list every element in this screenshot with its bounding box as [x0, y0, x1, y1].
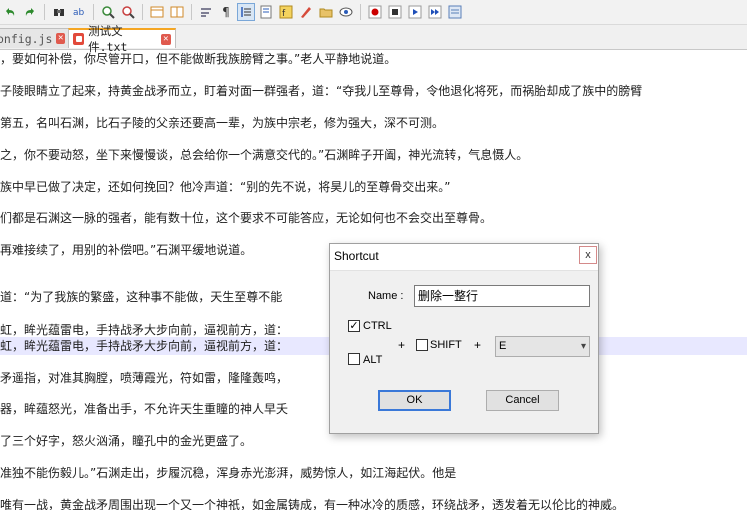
- sync-h-icon[interactable]: [168, 3, 186, 21]
- shift-label: SHIFT: [430, 339, 462, 351]
- editor-line: 们都是石渊这一脉的强者，能有数十位，这个要求不可能答应，无论如何也不会交出至尊骨…: [0, 211, 493, 225]
- shortcut-dialog: Shortcut x Name : 删除一整行 ✓ CTRL ALT + SHI…: [329, 243, 599, 434]
- tab-test-file[interactable]: 测试文件.txt ✕: [68, 24, 176, 54]
- function-list-icon[interactable]: f: [277, 3, 295, 21]
- editor-line: 子陵眼睛立了起来，持黄金战矛而立，盯着对面一群强者，道：“夺我儿至尊骨，令他退化…: [0, 84, 643, 98]
- folder-icon[interactable]: [317, 3, 335, 21]
- file-modified-icon: [73, 33, 85, 45]
- editor-line: 第五，名叫石渊，比石子陵的父亲还要高一辈，为族中宗老，修为强大，深不可测。: [0, 116, 445, 130]
- sync-v-icon[interactable]: [148, 3, 166, 21]
- editor-line: 准独不能伤毅儿。”石渊走出，步履沉稳，浑身赤光澎湃，威势惊人，如江海起伏。他是: [0, 466, 457, 480]
- redo-icon[interactable]: [21, 3, 39, 21]
- editor-line: ，要如何补偿，你尽管开口，但不能做断我族膀臂之事。”老人平静地说道。: [0, 52, 397, 66]
- editor-line: 族中早已做了决定，还如何挽回？他冷声道：“别的先不说，将昊儿的至尊骨交出来。”: [0, 180, 451, 194]
- cancel-button[interactable]: Cancel: [486, 390, 559, 411]
- tab-config-js[interactable]: onfig.js ✕: [0, 28, 70, 48]
- zoom-out-icon[interactable]: [119, 3, 137, 21]
- chevron-down-icon: ▾: [580, 341, 586, 352]
- zoom-in-icon[interactable]: [99, 3, 117, 21]
- ok-button[interactable]: OK: [378, 390, 451, 411]
- plus-sign: +: [474, 338, 482, 352]
- alt-label: ALT: [363, 354, 383, 366]
- tab-bar: onfig.js ✕ 测试文件.txt ✕: [0, 24, 747, 54]
- dialog-titlebar[interactable]: Shortcut x: [330, 244, 598, 271]
- lang-icon[interactable]: [297, 3, 315, 21]
- toolbar: ab ¶ f: [0, 0, 747, 25]
- toolbar-separator: [360, 4, 361, 20]
- indent-guide-icon[interactable]: [237, 3, 255, 21]
- toolbar-separator: [44, 4, 45, 20]
- find-icon[interactable]: [50, 3, 68, 21]
- tab-label: onfig.js: [0, 31, 53, 46]
- svg-text:ab: ab: [73, 8, 85, 18]
- ctrl-label: CTRL: [363, 320, 392, 332]
- key-select-value: E: [499, 340, 507, 352]
- key-select[interactable]: E ▾: [495, 336, 590, 357]
- run-multiple-icon[interactable]: [426, 3, 444, 21]
- editor-line: 之，你不要动怒，坐下来慢慢谈，总会给你一个满意交代的。”石渊眸子开阖，神光流转，…: [0, 148, 529, 162]
- undo-icon[interactable]: [1, 3, 19, 21]
- wrap-icon[interactable]: [197, 3, 215, 21]
- name-input[interactable]: 删除一整行: [414, 285, 590, 307]
- replace-icon[interactable]: ab: [70, 3, 88, 21]
- record-macro-icon[interactable]: [366, 3, 384, 21]
- close-tab-icon[interactable]: ✕: [160, 33, 171, 45]
- toolbar-separator: [191, 4, 192, 20]
- ctrl-checkbox[interactable]: ✓: [348, 320, 360, 332]
- dialog-title: Shortcut: [334, 249, 379, 263]
- show-all-chars-icon[interactable]: ¶: [217, 3, 235, 21]
- name-label: Name :: [368, 290, 404, 302]
- editor-line: 了三个好字，怒火汹涌，瞳孔中的金光更盛了。: [0, 434, 253, 448]
- shift-checkbox[interactable]: [416, 339, 428, 351]
- alt-checkbox[interactable]: [348, 353, 360, 365]
- toolbar-separator: [93, 4, 94, 20]
- close-tab-icon[interactable]: ✕: [56, 33, 65, 44]
- stop-macro-icon[interactable]: [386, 3, 404, 21]
- plus-sign: +: [398, 338, 406, 352]
- save-macro-icon[interactable]: [446, 3, 464, 21]
- play-macro-icon[interactable]: [406, 3, 424, 21]
- monitor-icon[interactable]: [337, 3, 355, 21]
- toolbar-separator: [142, 4, 143, 20]
- editor-line: 唯有一战，黄金战矛周围出现一个又一个神祇，如金属铸成，有一种冰冷的质感，环绕战矛…: [0, 498, 625, 510]
- doc-map-icon[interactable]: [257, 3, 275, 21]
- close-dialog-button[interactable]: x: [579, 246, 597, 264]
